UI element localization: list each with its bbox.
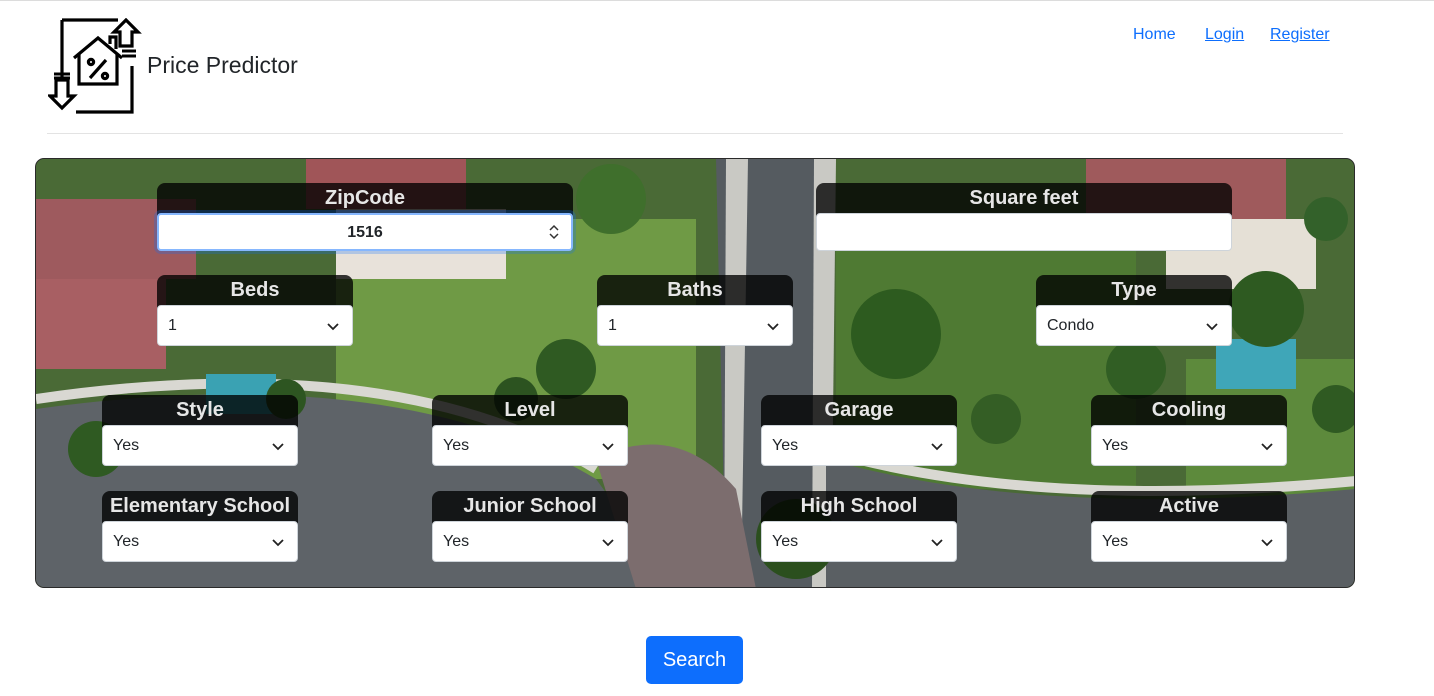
style-select[interactable]: Yes	[102, 425, 298, 466]
square-feet-input[interactable]	[816, 213, 1232, 251]
header-divider	[47, 133, 1343, 134]
nav-login-link[interactable]: Login	[1205, 26, 1244, 44]
active-field: Active Yes	[1091, 491, 1287, 563]
square-feet-field: Square feet	[816, 183, 1232, 253]
cooling-select[interactable]: Yes	[1091, 425, 1287, 466]
search-button[interactable]: Search	[646, 636, 743, 684]
type-field: Type Condo	[1036, 275, 1232, 347]
beds-field: Beds 1	[157, 275, 353, 347]
nav-home-link[interactable]: Home	[1133, 26, 1176, 44]
zipcode-input[interactable]	[157, 213, 573, 251]
level-field: Level Yes	[432, 395, 628, 467]
elementary-school-field: Elementary School Yes	[102, 491, 298, 563]
junior-school-field: Junior School Yes	[432, 491, 628, 563]
beds-select[interactable]: 1	[157, 305, 353, 346]
baths-select[interactable]: 1	[597, 305, 793, 346]
top-border	[0, 0, 1434, 1]
nav-register-link[interactable]: Register	[1270, 26, 1330, 44]
search-form-panel: ZipCode Square feet Beds 1 Baths 1 Type …	[35, 158, 1355, 588]
junior-school-select[interactable]: Yes	[432, 521, 628, 562]
active-select[interactable]: Yes	[1091, 521, 1287, 562]
style-field: Style Yes	[102, 395, 298, 467]
garage-select[interactable]: Yes	[761, 425, 957, 466]
zipcode-field: ZipCode	[157, 183, 573, 253]
type-select[interactable]: Condo	[1036, 305, 1232, 346]
house-percent-icon	[46, 17, 146, 116]
brand-title: Price Predictor	[147, 52, 298, 78]
high-school-select[interactable]: Yes	[761, 521, 957, 562]
baths-field: Baths 1	[597, 275, 793, 347]
high-school-field: High School Yes	[761, 491, 957, 563]
cooling-field: Cooling Yes	[1091, 395, 1287, 467]
garage-field: Garage Yes	[761, 395, 957, 467]
level-select[interactable]: Yes	[432, 425, 628, 466]
elementary-school-select[interactable]: Yes	[102, 521, 298, 562]
